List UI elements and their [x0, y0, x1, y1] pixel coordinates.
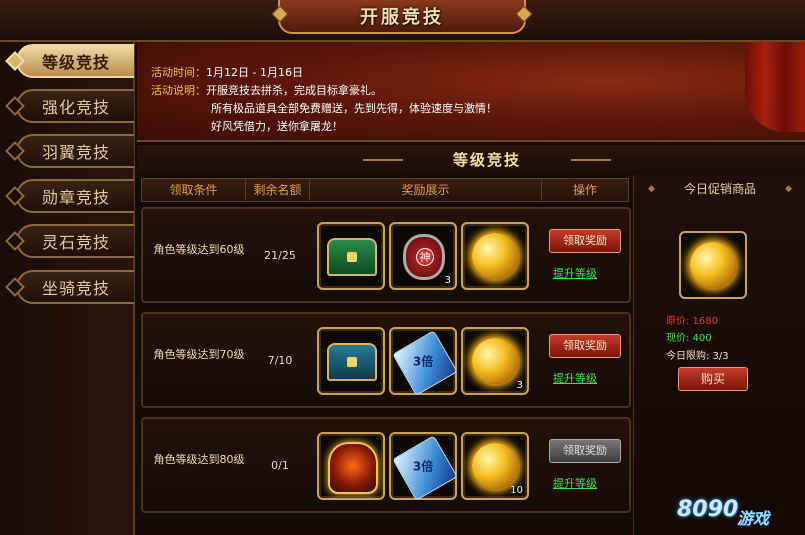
tab-knob-icon	[5, 141, 25, 161]
logo-brand: 游戏	[737, 509, 770, 528]
event-time: 活动时间：1月12日 - 1月16日	[151, 64, 497, 82]
row-remaining: 0/1	[271, 459, 289, 472]
row-remaining: 21/25	[264, 249, 296, 262]
table-row: 角色等级达到80级 0/1 3倍 10 领取奖励 提升等级	[141, 417, 631, 513]
reward-slot[interactable]: 3倍	[389, 432, 458, 501]
daily-promo-panel: 今日促销商品 原价: 1680 现价: 400 今日限购: 3/3 购买	[633, 175, 805, 535]
row-condition: 角色等级达到70级	[153, 348, 245, 361]
blue-chest-icon	[327, 343, 377, 381]
column-header: 操作	[572, 183, 597, 197]
golden-orb-icon	[690, 242, 736, 288]
column-header: 领取条件	[142, 179, 246, 201]
reward-slot[interactable]: 3	[461, 327, 529, 395]
sidebar-tab-label: 坐骑竞技	[41, 279, 110, 298]
sidebar-tab-enhance[interactable]: 强化竞技	[5, 89, 134, 123]
purchase-limit: 今日限购: 3/3	[666, 351, 729, 362]
row-remaining: 7/10	[267, 354, 293, 367]
sidebar-tab-wings[interactable]: 羽翼竞技	[5, 134, 134, 168]
reward-slot[interactable]	[317, 432, 385, 500]
row-condition: 角色等级达到80级	[153, 453, 245, 466]
buy-button[interactable]: 购买	[678, 367, 748, 391]
sidebar-tab-medal[interactable]: 勋章竞技	[5, 179, 134, 213]
claim-reward-button[interactable]: 领取奖励	[549, 439, 621, 463]
event-desc-line: 开服竞技去拼杀，完成目标拿豪礼。	[206, 84, 382, 97]
event-description: 活动时间：1月12日 - 1月16日 活动说明：开服竞技去拼杀，完成目标拿豪礼。…	[137, 42, 805, 142]
event-desc-line: 好风凭借力，送你拿屠龙！	[211, 120, 343, 133]
reward-slot[interactable]: 10	[461, 432, 529, 500]
claim-reward-button[interactable]: 领取奖励	[549, 334, 621, 358]
promo-item-slot[interactable]	[679, 231, 747, 299]
curtain-decoration	[745, 42, 805, 132]
event-time-value: 1月12日 - 1月16日	[206, 66, 303, 79]
reward-slot[interactable]: 3倍	[389, 327, 458, 396]
tab-knob-icon	[5, 186, 25, 206]
tab-knob-icon	[5, 96, 25, 116]
column-header: 奖励展示	[310, 179, 542, 201]
title-bar: 开服竞技	[0, 0, 805, 42]
golden-orb-icon	[472, 443, 518, 489]
table-header: 领取条件 剩余名额 奖励展示 操作	[141, 178, 629, 202]
column-header: 剩余名额	[246, 179, 310, 201]
tab-knob-icon	[5, 231, 25, 251]
tab-knob-icon	[5, 51, 25, 71]
event-time-label: 活动时间：	[151, 66, 206, 79]
golden-orb-icon	[472, 338, 518, 384]
upgrade-level-link[interactable]: 提升等级	[553, 370, 597, 386]
logo: 8090 游戏	[677, 491, 797, 531]
claim-reward-button[interactable]: 领取奖励	[549, 229, 621, 253]
event-desc-label: 活动说明：	[151, 84, 206, 97]
sidebar-tab-label: 灵石竞技	[41, 233, 110, 252]
event-desc: 活动说明：开服竞技去拼杀，完成目标拿豪礼。	[151, 82, 497, 100]
golden-orb-icon	[472, 233, 518, 279]
promo-title: 今日促销商品	[634, 178, 805, 200]
tab-knob-icon	[5, 277, 25, 297]
reward-slot[interactable]	[461, 222, 529, 290]
reward-qty: 10	[510, 485, 523, 496]
logo-number: 8090	[677, 497, 739, 522]
sidebar-tab-label: 羽翼竞技	[41, 143, 110, 162]
table-row: 角色等级达到70级 7/10 3倍 3 领取奖励 提升等级	[141, 312, 631, 408]
sidebar-tab-label: 等级竞技	[41, 53, 110, 72]
golden-armor-icon	[328, 442, 378, 494]
table-row: 角色等级达到60级 21/25 神3 领取奖励 提升等级	[141, 207, 631, 303]
sidebar-tab-spirit-stone[interactable]: 灵石竞技	[5, 224, 134, 258]
upgrade-level-link[interactable]: 提升等级	[553, 475, 597, 491]
reward-slot[interactable]	[317, 222, 385, 290]
triple-ticket-icon: 3倍	[392, 435, 458, 501]
reward-qty: 3	[444, 275, 451, 286]
original-price: 原价: 1680	[666, 316, 718, 327]
sidebar-tab-level[interactable]: 等级竞技	[5, 44, 134, 78]
sidebar-tab-label: 勋章竞技	[41, 188, 110, 207]
window-title: 开服竞技	[278, 0, 526, 34]
upgrade-level-link[interactable]: 提升等级	[553, 265, 597, 281]
section-header: 等级竞技	[137, 145, 805, 175]
event-desc-line: 所有极品道具全部免费赠送，先到先得，体验速度与激情！	[211, 102, 497, 115]
god-badge-icon: 神	[403, 234, 445, 280]
sidebar-tab-mount[interactable]: 坐骑竞技	[5, 270, 134, 304]
row-condition: 角色等级达到60级	[153, 243, 245, 256]
sidebar: 等级竞技 强化竞技 羽翼竞技 勋章竞技 灵石竞技 坐骑竞技	[0, 42, 135, 535]
triple-ticket-icon: 3倍	[392, 330, 458, 396]
reward-qty: 3	[516, 380, 523, 391]
green-chest-icon	[327, 238, 377, 276]
current-price: 现价: 400	[666, 333, 712, 344]
reward-slot[interactable]: 神3	[389, 222, 457, 290]
reward-slot[interactable]	[317, 327, 385, 395]
sidebar-tab-label: 强化竞技	[41, 98, 110, 117]
section-title: 等级竞技	[363, 149, 611, 173]
